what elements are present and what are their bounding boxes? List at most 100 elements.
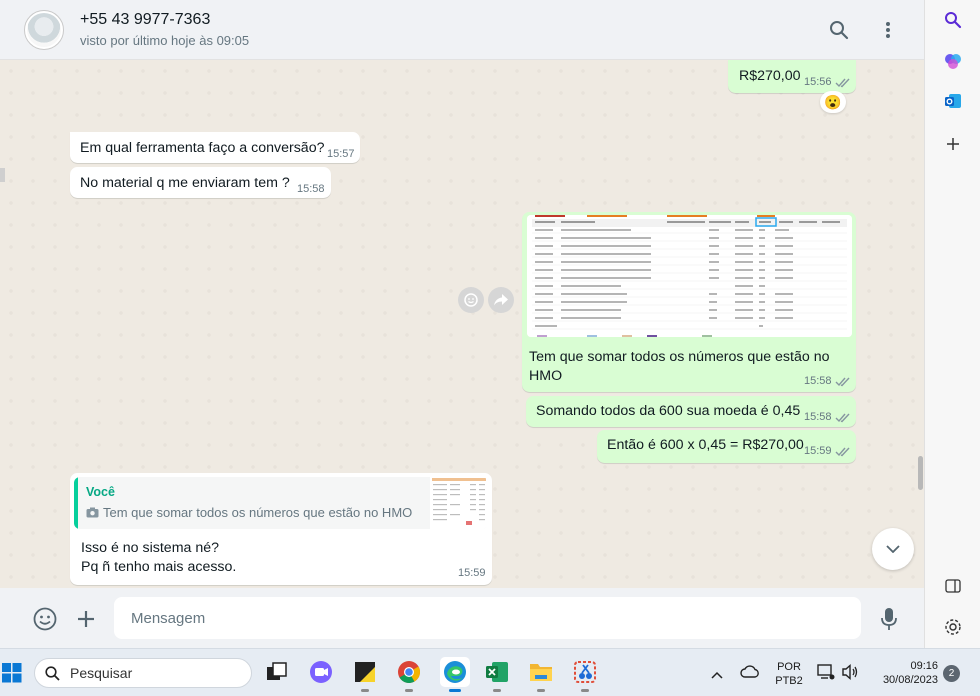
scroll-to-bottom-button[interactable] [872,528,914,570]
message-time: 15:58 [804,411,832,423]
windows-taskbar: Pesquisar POR PTB2 09:16 30/08/2023 2 [0,648,980,696]
search-button[interactable] [827,18,851,42]
contact-avatar[interactable] [24,10,64,50]
table-screenshot-image [527,215,852,337]
kebab-menu-icon [886,22,890,38]
message-text: Então é 600 x 0,45 = R$270,00 [607,437,804,453]
emoji-picker-button[interactable] [32,606,58,632]
clock-date: 30/08/2023 [882,674,938,686]
clock[interactable]: 09:16 30/08/2023 [872,659,938,687]
sidebar-settings-button[interactable] [943,617,963,637]
language-code: POR [777,661,801,673]
start-button[interactable] [2,663,22,688]
chrome-button[interactable] [396,659,422,692]
message-reaction[interactable]: 😮 [820,91,846,113]
gear-icon [945,619,961,635]
message-time: 15:57 [327,148,355,160]
speaker-icon [842,663,858,681]
snipping-tool-button[interactable] [572,659,598,692]
snipping-tool-icon [574,661,596,683]
chrome-icon [398,661,420,683]
teams-icon [310,661,332,683]
hide-sidebar-button[interactable] [943,576,963,596]
running-indicator [405,689,413,692]
emoji-icon [464,293,478,307]
keyboard-layout: PTB2 [775,675,803,687]
sticky-notes-button[interactable] [352,659,378,692]
chat-scrollbar-thumb[interactable] [918,456,923,490]
avatar-image [27,13,61,47]
excel-icon [486,662,508,682]
onedrive-button[interactable] [740,665,760,683]
quote-content: Tem que somar todos os números que estão… [86,505,412,520]
message-outgoing[interactable]: R$270,00 15:56 [728,60,856,93]
menu-button[interactable] [876,18,900,42]
attached-image[interactable] [527,215,852,337]
task-view-button[interactable] [264,659,290,685]
clock-time: 09:16 [910,660,938,672]
message-outgoing[interactable]: Então é 600 x 0,45 = R$270,00 15:59 [597,430,856,463]
teams-chat-button[interactable] [308,659,334,685]
browser-sidebar [924,0,980,656]
forward-icon [494,294,508,306]
file-explorer-button[interactable] [528,659,554,692]
copilot-button[interactable] [943,51,963,71]
windows-logo-icon [2,663,22,683]
task-view-icon [267,662,287,680]
excel-button[interactable] [484,659,510,692]
message-meta: 15:56 [804,76,851,88]
message-outgoing[interactable]: Somando todos da 600 sua moeda é 0,45 15… [526,396,856,427]
message-input[interactable] [114,597,861,639]
message-text: R$270,00 [739,68,801,84]
forward-button[interactable] [488,287,514,313]
read-ticks-icon [835,78,850,87]
message-time: 15:59 [804,445,832,457]
message-meta: 15:58 [804,411,851,423]
message-text: Em qual ferramenta faço a conversão? [80,140,325,156]
sidebar-toggle-icon [945,579,961,593]
search-icon [830,21,849,40]
outlook-button[interactable] [943,91,963,111]
react-button[interactable] [458,287,484,313]
add-sidebar-app-button[interactable] [943,134,963,154]
message-incoming[interactable]: No material q me enviaram tem ? 15:58 [70,167,331,198]
chat-header: +55 43 9977-7363 visto por último hoje à… [0,0,924,60]
edge-icon [444,661,466,683]
message-meta: 15:59 [804,445,851,457]
taskbar-search[interactable]: Pesquisar [34,658,252,688]
sidebar-search-button[interactable] [943,10,963,30]
show-hidden-icons-button[interactable] [711,666,723,684]
edge-button-active[interactable] [440,657,470,692]
voice-message-button[interactable] [876,606,902,632]
network-button[interactable] [817,663,835,686]
taskbar-search-label: Pesquisar [70,665,133,681]
message-text-line-1: Isso é no sistema né? [81,540,220,556]
input-language-indicator[interactable]: POR PTB2 [772,660,806,688]
chevron-down-icon [886,545,900,553]
message-time: 15:58 [297,183,325,195]
read-ticks-icon [835,447,850,456]
outlook-icon [945,94,961,108]
notification-badge[interactable]: 2 [943,665,960,682]
message-text: No material q me enviaram tem ? [80,175,290,191]
cloud-icon [740,665,759,678]
quote-accent-bar [74,477,78,529]
running-indicator [361,689,369,692]
running-indicator [493,689,501,692]
volume-button[interactable] [841,663,859,686]
quote-thumbnail [430,477,488,529]
message-incoming[interactable]: Em qual ferramenta faço a conversão? 15:… [70,132,360,163]
running-indicator [537,689,545,692]
message-time: 15:56 [804,76,832,88]
attach-button[interactable] [73,606,99,632]
contact-name[interactable]: +55 43 9977-7363 [80,11,210,29]
message-list[interactable]: R$270,00 15:56 😮 Em qual ferramenta faço… [0,60,924,588]
search-icon [45,665,60,681]
quoted-message[interactable]: Você Tem que somar todos os números que … [74,477,488,529]
microphone-icon [881,608,897,630]
sticky-notes-icon [355,662,375,682]
quote-thumbnail-image [430,477,488,529]
quote-author: Você [86,485,115,499]
plus-icon [78,611,94,627]
read-ticks-icon [835,413,850,422]
